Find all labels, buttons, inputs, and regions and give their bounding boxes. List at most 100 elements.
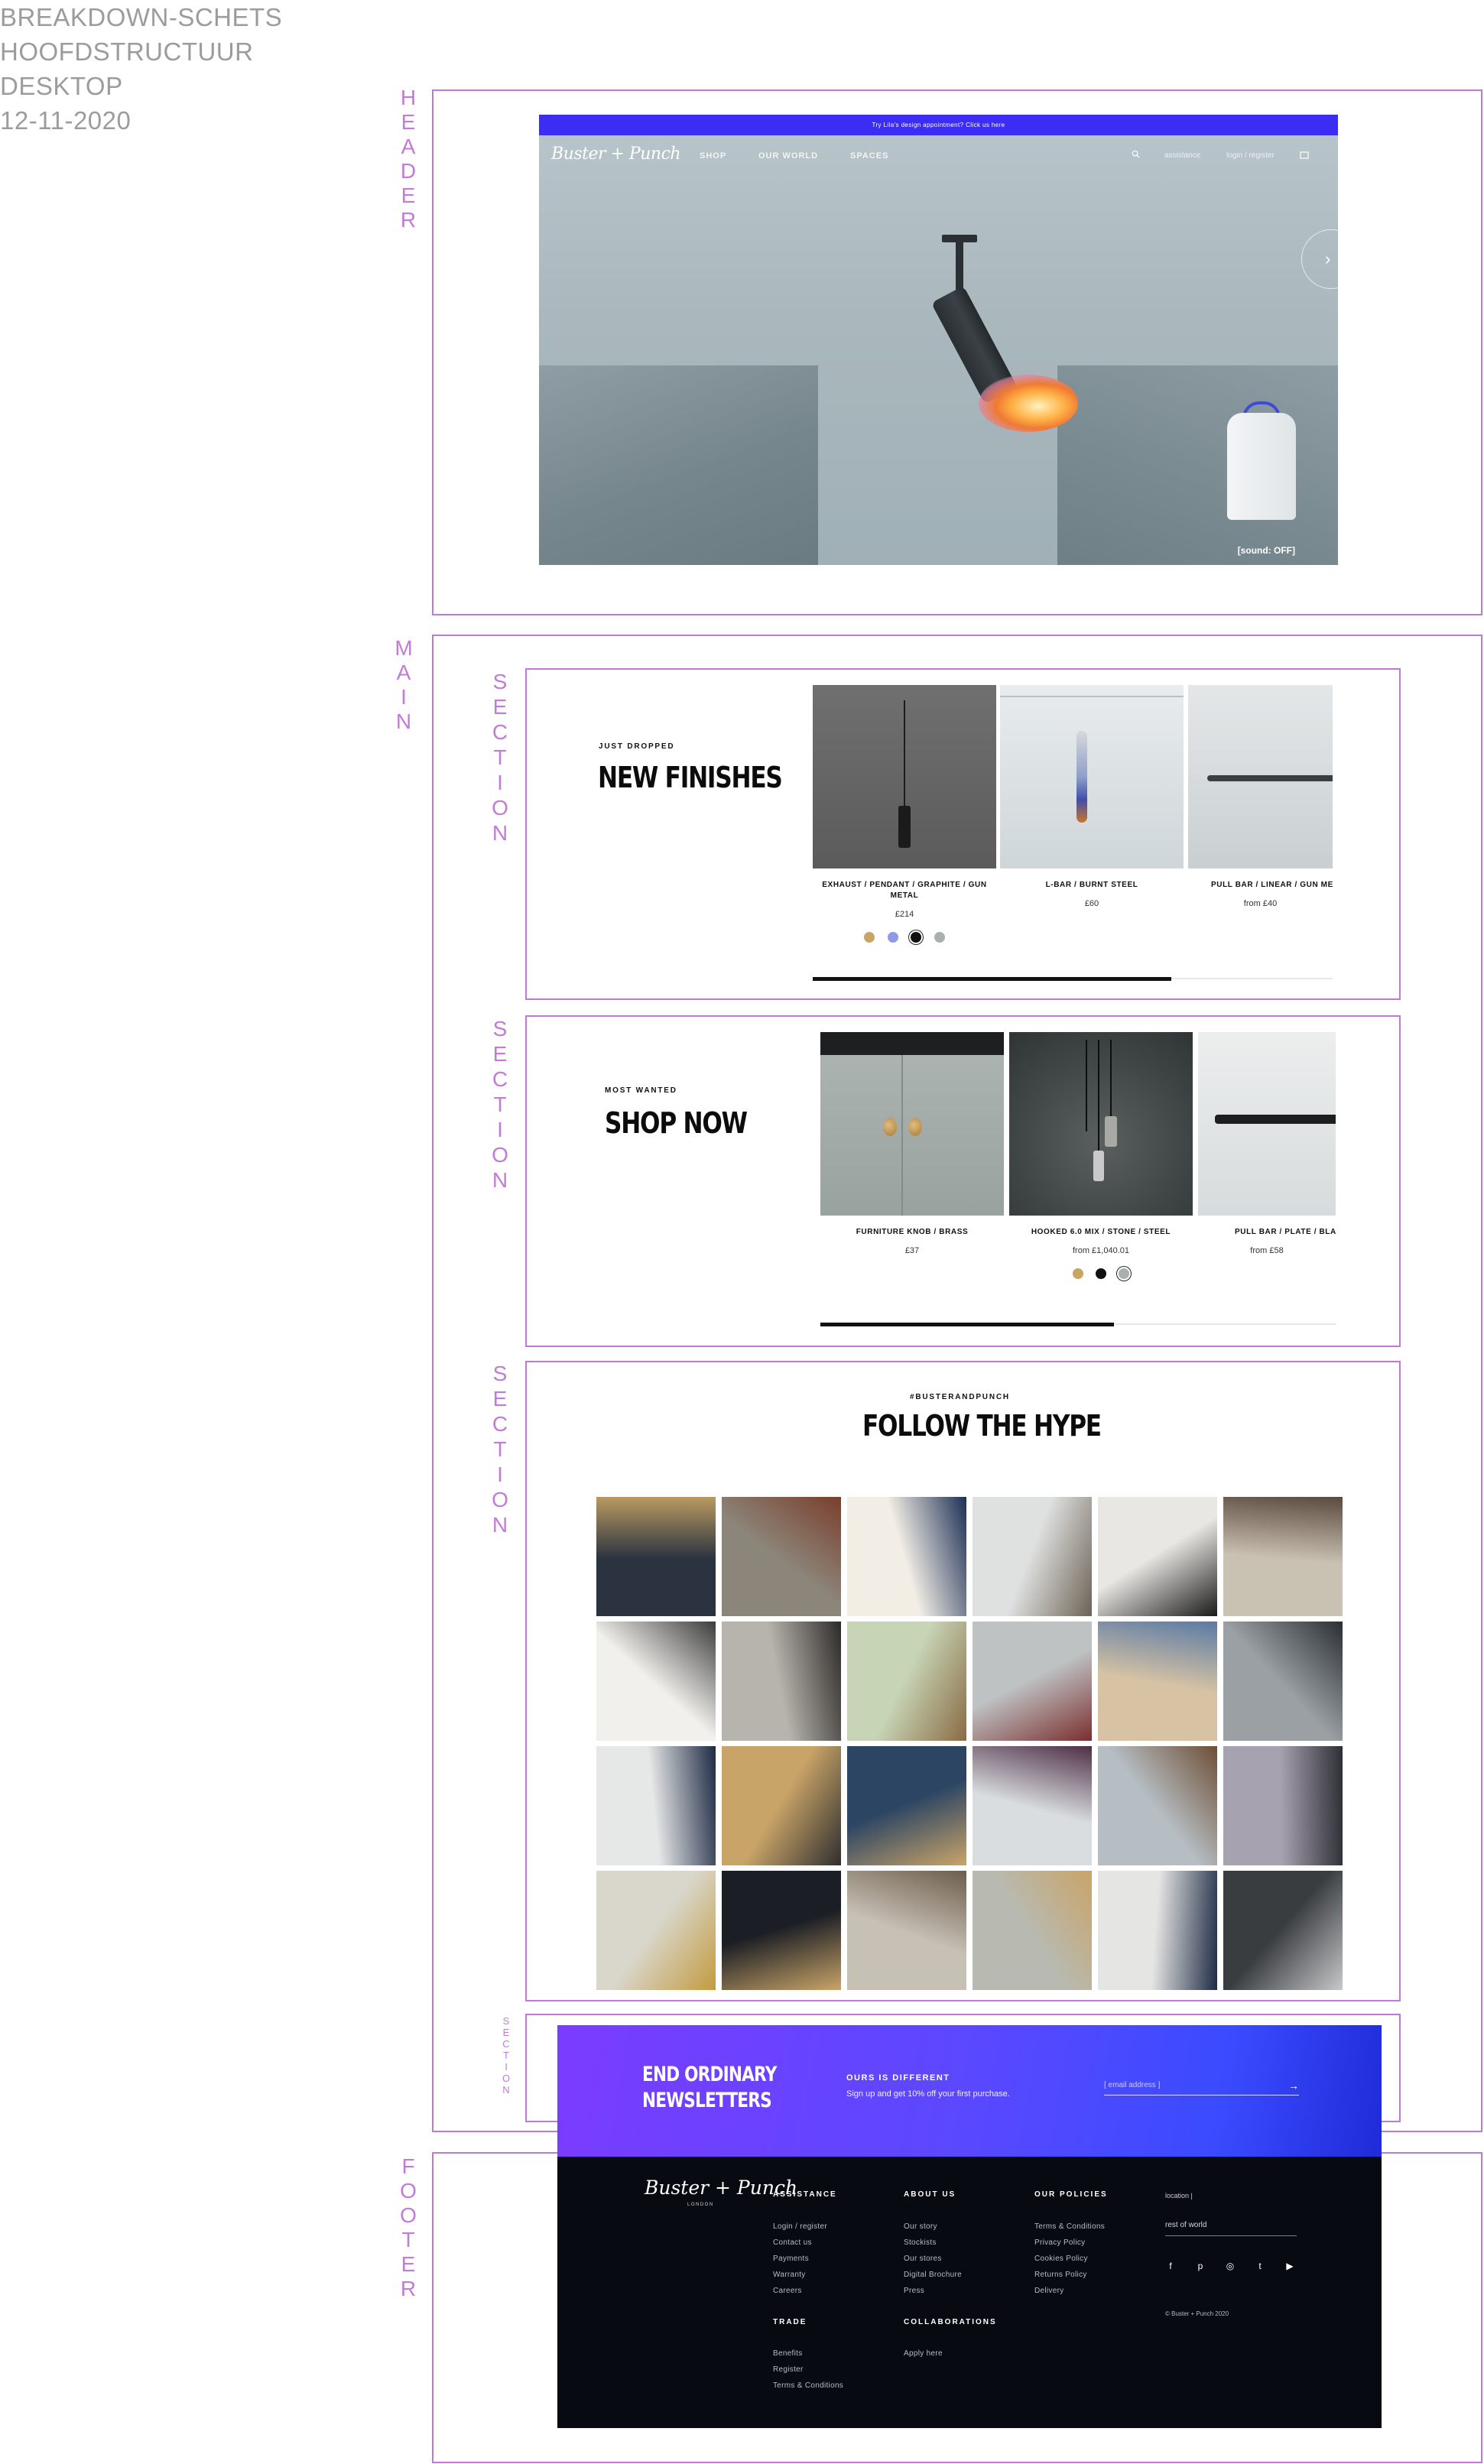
instagram-tile[interactable] — [973, 1622, 1092, 1741]
footer-link[interactable]: Delivery — [1034, 2287, 1064, 2295]
footer-link[interactable]: Warranty — [773, 2271, 806, 2279]
instagram-tile[interactable] — [847, 1497, 966, 1616]
carousel-scrollbar[interactable] — [813, 977, 1333, 981]
swatch-brass[interactable] — [864, 931, 875, 943]
product-image[interactable] — [1000, 685, 1184, 868]
location-select[interactable]: rest of world — [1165, 2221, 1297, 2236]
swatch-black[interactable] — [1096, 1268, 1106, 1279]
footer-heading-trade: TRADE — [773, 2318, 807, 2326]
nav-item-our-world[interactable]: OUR WORLD — [758, 151, 818, 161]
swatch-list — [813, 930, 996, 944]
assistance-link[interactable]: assistance — [1164, 151, 1200, 160]
search-icon[interactable] — [1132, 150, 1140, 161]
product-card[interactable]: HOOKED 6.0 MIX / STONE / STEEL from £1,0… — [1009, 1032, 1193, 1281]
instagram-tile[interactable] — [1098, 1622, 1217, 1741]
instagram-icon[interactable]: ◎ — [1225, 2261, 1236, 2271]
footer-link[interactable]: Register — [773, 2365, 804, 2374]
newsletter-email-input[interactable] — [1104, 2076, 1299, 2096]
sound-toggle[interactable]: [sound: OFF] — [1238, 545, 1295, 556]
newsletter-title-line: END ORDINARY — [642, 2063, 777, 2086]
instagram-tile[interactable] — [973, 1497, 1092, 1616]
login-register-link[interactable]: login / register — [1226, 151, 1275, 160]
instagram-tile[interactable] — [1223, 1871, 1343, 1990]
instagram-tile[interactable] — [596, 1497, 716, 1616]
footer-link[interactable]: Stockists — [904, 2238, 937, 2247]
instagram-tile[interactable] — [722, 1746, 841, 1865]
facebook-icon[interactable]: f — [1165, 2261, 1176, 2271]
product-name[interactable]: PULL BAR / PLATE / BLA — [1198, 1227, 1336, 1238]
instagram-tile[interactable] — [847, 1746, 966, 1865]
carousel-scrollbar-thumb[interactable] — [813, 977, 1172, 981]
carousel-scrollbar-thumb[interactable] — [820, 1323, 1115, 1326]
instagram-tile[interactable] — [1223, 1622, 1343, 1741]
youtube-icon[interactable]: ▶ — [1284, 2261, 1295, 2271]
product-image[interactable] — [1009, 1032, 1193, 1216]
instagram-tile[interactable] — [596, 1746, 716, 1865]
swatch-steel[interactable] — [934, 931, 945, 943]
product-image[interactable] — [1198, 1032, 1336, 1216]
product-image[interactable] — [1188, 685, 1333, 868]
cart-icon[interactable] — [1300, 150, 1309, 161]
instagram-tile[interactable] — [722, 1871, 841, 1990]
footer-link[interactable]: Cookies Policy — [1034, 2255, 1088, 2263]
instagram-tile[interactable] — [1223, 1746, 1343, 1865]
nav-item-spaces[interactable]: SPACES — [850, 151, 888, 161]
product-image[interactable] — [813, 685, 996, 868]
brass-knob — [883, 1118, 897, 1136]
meta-line: DESKTOP — [0, 72, 123, 100]
product-name[interactable]: EXHAUST / PENDANT / GRAPHITE / GUN METAL — [813, 880, 996, 901]
pinterest-icon[interactable]: p — [1195, 2261, 1206, 2271]
instagram-tile[interactable] — [1098, 1497, 1217, 1616]
instagram-tile[interactable] — [596, 1622, 716, 1741]
footer-logo-sub: LONDON — [687, 2203, 714, 2207]
footer-link[interactable]: Returns Policy — [1034, 2271, 1087, 2279]
nav-item-shop[interactable]: SHOP — [700, 151, 726, 161]
instagram-tile[interactable] — [1098, 1871, 1217, 1990]
swatch-steel[interactable] — [1119, 1268, 1130, 1279]
instagram-tile[interactable] — [722, 1497, 841, 1616]
swatch-blue[interactable] — [887, 931, 898, 943]
instagram-tile[interactable] — [1098, 1746, 1217, 1865]
announcement-bar[interactable]: Try Lila's design appointment? Click us … — [539, 115, 1338, 135]
twitter-icon[interactable]: t — [1255, 2261, 1265, 2271]
product-image[interactable] — [820, 1032, 1004, 1216]
footer-link[interactable]: Careers — [773, 2287, 802, 2295]
product-card[interactable]: PULL BAR / PLATE / BLA from £58 — [1198, 1032, 1336, 1255]
footer-link[interactable]: Digital Brochure — [904, 2271, 962, 2279]
instagram-tile[interactable] — [596, 1871, 716, 1990]
swatch-graphite[interactable] — [911, 931, 922, 943]
carousel-scrollbar[interactable] — [820, 1323, 1336, 1326]
footer-link[interactable]: Login / register — [773, 2222, 827, 2231]
location-label: location | — [1165, 2192, 1193, 2199]
product-name[interactable]: PULL BAR / LINEAR / GUN ME — [1188, 880, 1333, 891]
footer-link[interactable]: Our story — [904, 2222, 937, 2231]
instagram-tile[interactable] — [973, 1871, 1092, 1990]
footer-link[interactable]: Apply here — [904, 2349, 943, 2358]
site-logo[interactable]: Buster + Punch — [551, 144, 681, 164]
product-card[interactable]: PULL BAR / LINEAR / GUN ME from £40 — [1188, 685, 1333, 908]
product-name[interactable]: HOOKED 6.0 MIX / STONE / STEEL — [1009, 1227, 1193, 1238]
footer-link[interactable]: Privacy Policy — [1034, 2238, 1085, 2247]
footer-link[interactable]: Benefits — [773, 2349, 803, 2358]
instagram-tile[interactable] — [847, 1622, 966, 1741]
footer-link[interactable]: Our stores — [904, 2255, 942, 2263]
footer-link[interactable]: Terms & Conditions — [1034, 2222, 1105, 2231]
arrow-right-icon[interactable]: → — [1284, 2076, 1304, 2096]
instagram-tile[interactable] — [1223, 1497, 1343, 1616]
footer-link[interactable]: Terms & Conditions — [773, 2381, 843, 2390]
product-name[interactable]: L-BAR / BURNT STEEL — [1000, 880, 1184, 891]
footer-link[interactable]: Press — [904, 2287, 924, 2295]
product-card[interactable]: FURNITURE KNOB / BRASS £37 — [820, 1032, 1004, 1255]
product-card[interactable]: EXHAUST / PENDANT / GRAPHITE / GUN METAL… — [813, 685, 996, 944]
product-card[interactable]: L-BAR / BURNT STEEL £60 — [1000, 685, 1184, 908]
chevron-right-icon[interactable]: › — [1301, 229, 1338, 289]
instagram-tile[interactable] — [722, 1622, 841, 1741]
product-name[interactable]: FURNITURE KNOB / BRASS — [820, 1227, 1004, 1238]
swatch-brass[interactable] — [1072, 1268, 1083, 1279]
footer-link[interactable]: Payments — [773, 2255, 809, 2263]
instagram-tile[interactable] — [847, 1871, 966, 1990]
instagram-tile[interactable] — [973, 1746, 1092, 1865]
footer-heading-about: ABOUT US — [904, 2190, 956, 2199]
footer-link[interactable]: Contact us — [773, 2238, 812, 2247]
footer-heading-collaborations: COLLABORATIONS — [904, 2318, 997, 2326]
